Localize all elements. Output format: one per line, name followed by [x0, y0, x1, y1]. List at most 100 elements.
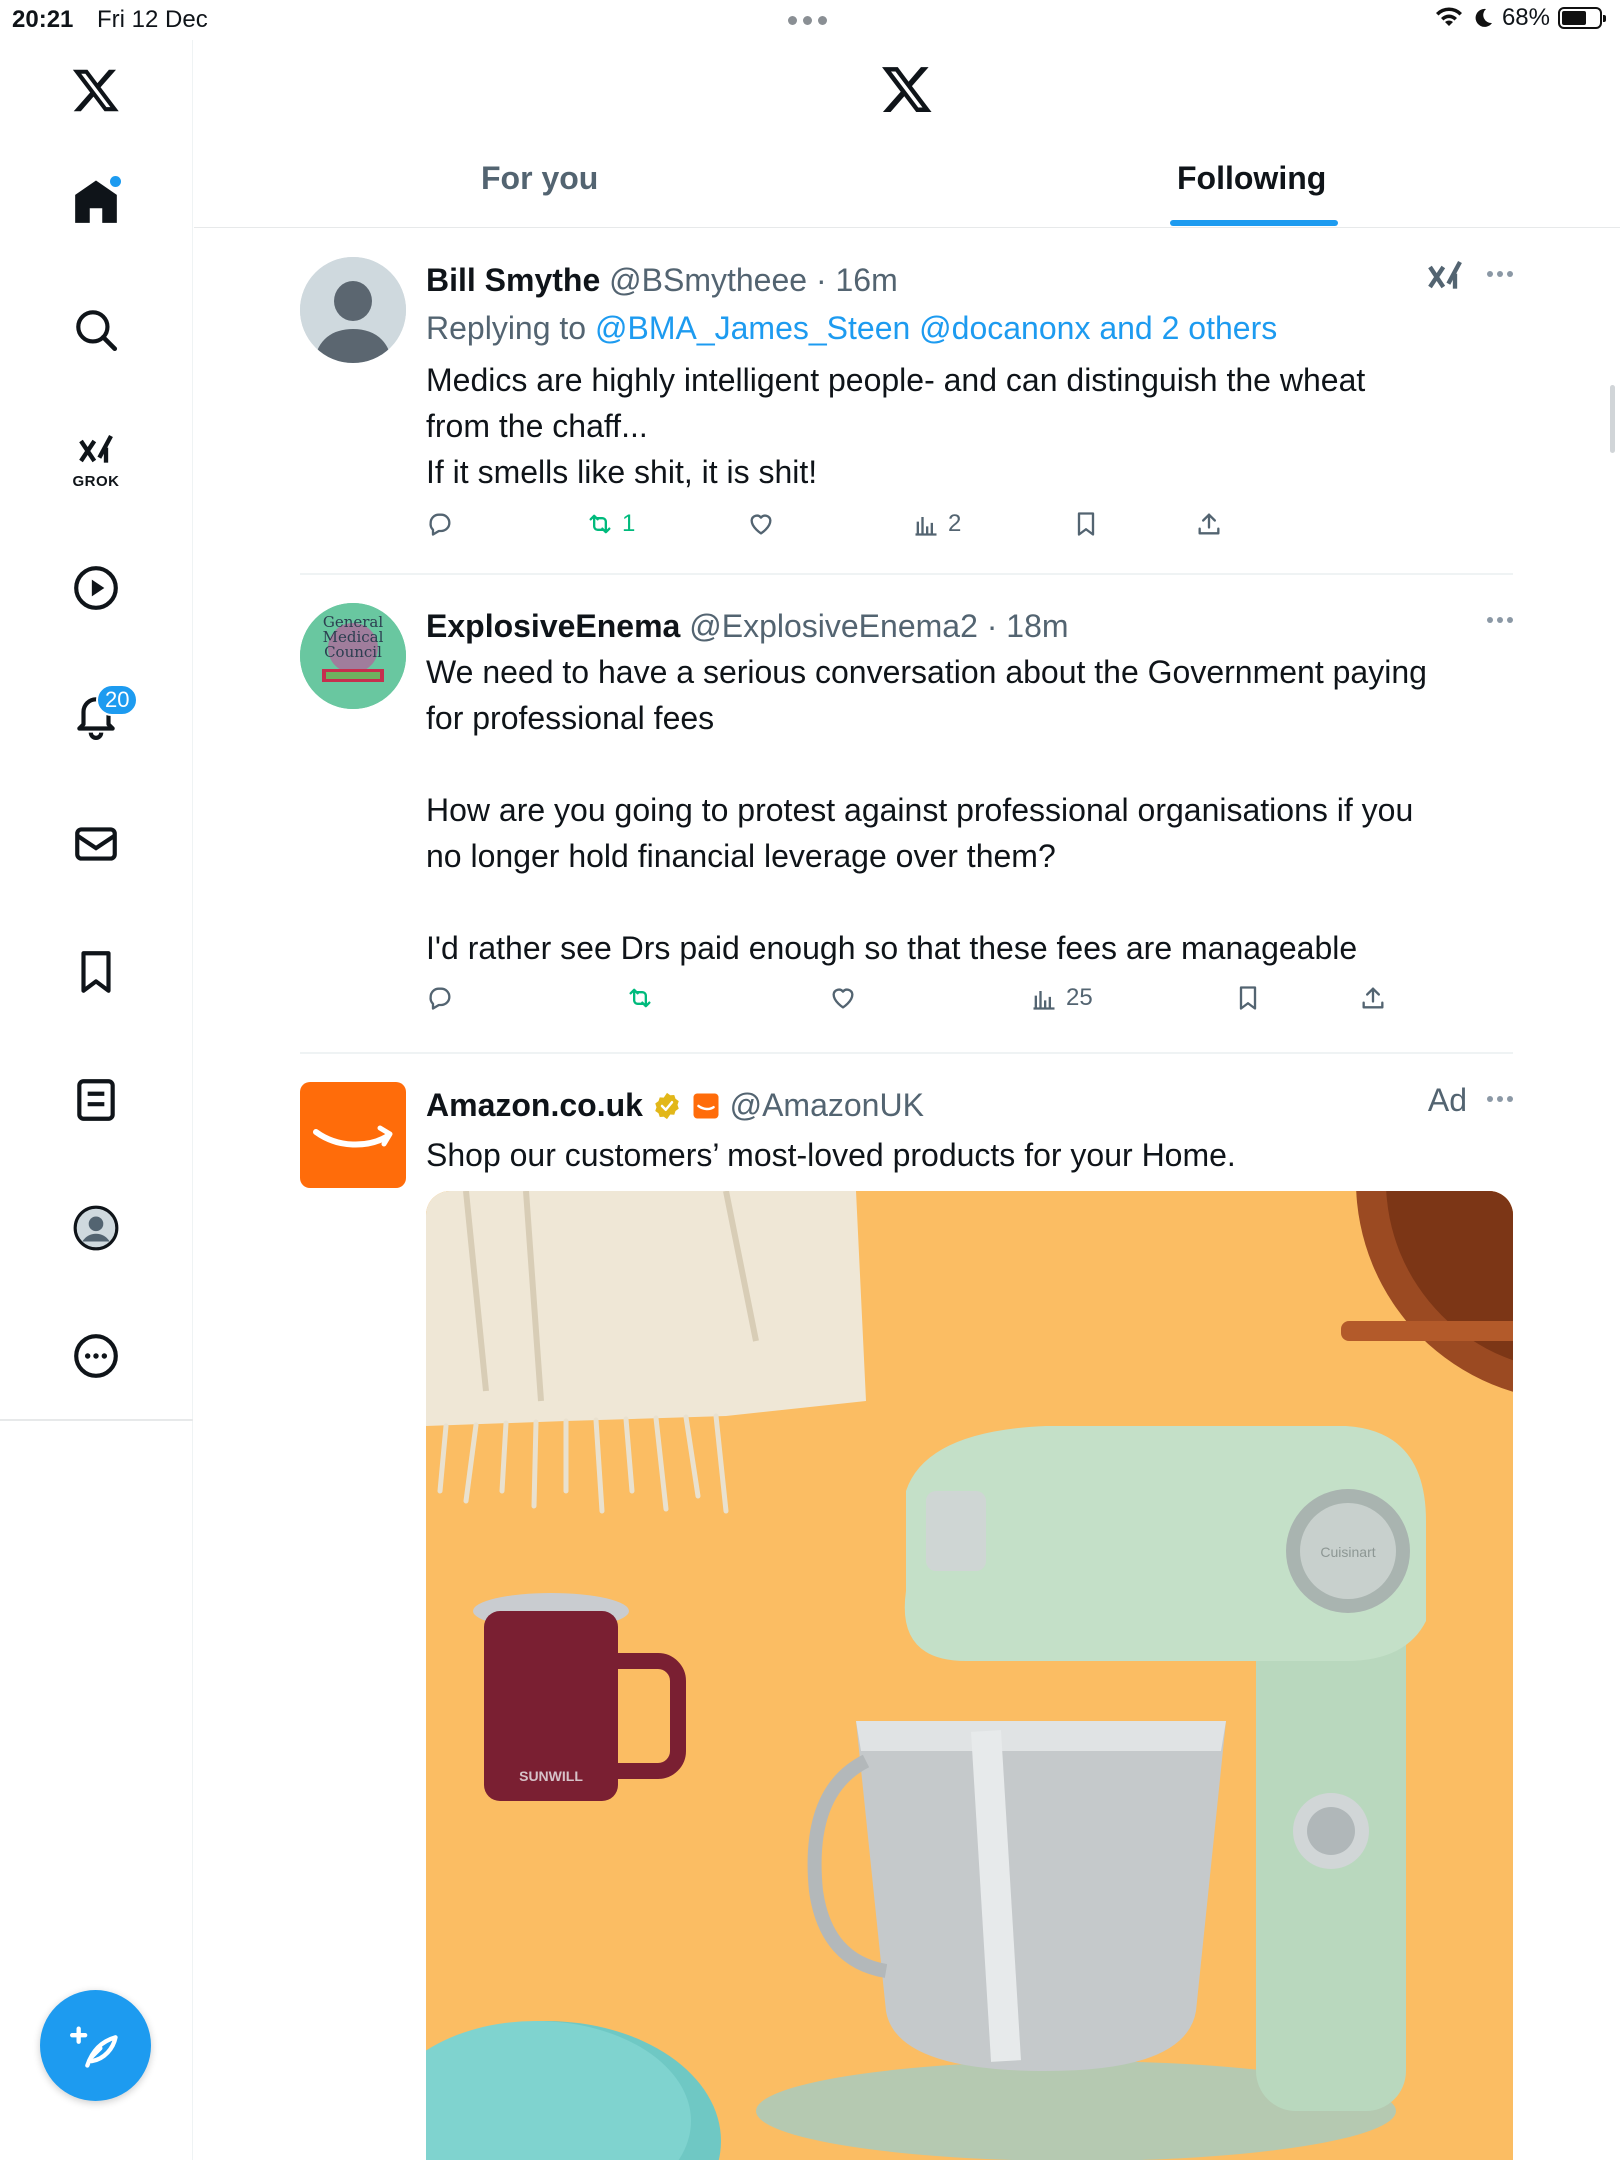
bookmark-button[interactable]: [1072, 510, 1100, 538]
amazon-smile-icon: [313, 1125, 393, 1148]
amazon-avatar[interactable]: [300, 1082, 406, 1188]
search-icon: [76, 310, 118, 352]
share-icon: [1198, 513, 1220, 535]
compose-post-button[interactable]: [40, 1990, 151, 2101]
default-avatar-icon: [300, 257, 406, 363]
grok-label: GROK: [72, 472, 120, 490]
like-button[interactable]: [829, 984, 857, 1012]
sidebar-item-messages[interactable]: [56, 804, 136, 884]
sidebar-item-more[interactable]: [56, 1316, 136, 1396]
battery-fill: [1562, 11, 1587, 25]
battery-icon: [1558, 7, 1606, 29]
wifi-icon: [1435, 7, 1462, 26]
retweet-button[interactable]: [626, 984, 654, 1012]
scrollbar[interactable]: [1610, 385, 1615, 453]
sidebar-item-home[interactable]: [56, 162, 136, 242]
avatar[interactable]: General Medical Council: [300, 603, 406, 709]
tweet-header: Bill Smythe @BSmytheee · 16m: [426, 257, 1513, 303]
reply-icon: [429, 987, 451, 1010]
replying-to-users[interactable]: @BMA_James_Steen @docanonx and 2 others: [595, 310, 1277, 346]
battery-percent: 68%: [1501, 4, 1550, 31]
more-options-icon[interactable]: [1487, 1096, 1513, 1102]
tweet-time[interactable]: · 16m: [816, 262, 898, 298]
sidebar-item-search[interactable]: [56, 290, 136, 370]
sidebar-item-grok[interactable]: GROK: [56, 420, 136, 500]
tweet-text-line: I'd rather see Drs paid enough so that t…: [426, 930, 1358, 966]
retweet-icon: [589, 514, 611, 534]
moon-icon: [1475, 8, 1492, 27]
mug-brand-text: SUNWILL: [519, 1768, 583, 1784]
avatar[interactable]: [300, 257, 406, 363]
author-handle[interactable]: @ExplosiveEnema2: [689, 608, 978, 644]
tweet-text-line: for professional fees: [426, 700, 715, 736]
author-name[interactable]: Bill Smythe: [426, 262, 600, 298]
notifications-badge: 20: [96, 684, 139, 716]
retweet-icon: [629, 988, 651, 1008]
tweet-text: We need to have a serious conversation a…: [426, 649, 1513, 971]
tweet-text-line: If it smells like shit, it is shit!: [426, 454, 818, 490]
author-handle[interactable]: @BSmytheee: [609, 262, 807, 298]
ad-image[interactable]: SUNWILL Cuisinart: [426, 1191, 1513, 2160]
avatar-text: General Medical Council: [322, 613, 384, 661]
list-icon: [77, 1079, 115, 1121]
status-right: 68%: [1434, 4, 1606, 32]
author-name[interactable]: ExplosiveEnema: [426, 608, 680, 644]
tweet-text-line: Shop our customers’ most-loved products …: [426, 1137, 1236, 1173]
tweet-actions: 1 2: [426, 510, 1513, 550]
grok-icon: [79, 434, 113, 463]
like-button[interactable]: [747, 510, 775, 538]
retweet-count: 1: [622, 510, 636, 537]
x-logo-button[interactable]: [56, 50, 136, 130]
retweet-button[interactable]: 1: [586, 510, 635, 538]
bookmark-button[interactable]: [1234, 984, 1262, 1012]
share-button[interactable]: [1359, 984, 1387, 1012]
tweet-header: Amazon.co.uk @AmazonUK: [426, 1082, 1513, 1128]
tweet[interactable]: Bill Smythe @BSmytheee · 16m Replying to…: [300, 257, 1513, 557]
affiliate-badge-icon: [693, 1093, 719, 1119]
analytics-icon: [915, 517, 937, 536]
tweet-text-line: We need to have a serious conversation a…: [426, 654, 1427, 690]
tweet-text-line: [426, 741, 1513, 787]
bookmark-icon: [81, 951, 111, 993]
tweet[interactable]: General Medical Council ExplosiveEnema @…: [300, 603, 1513, 1043]
views-button[interactable]: 25: [1030, 984, 1093, 1012]
tweet-text: Medics are highly intelligent people- an…: [426, 357, 1513, 495]
tab-following[interactable]: Following: [1177, 160, 1326, 228]
sidebar-item-bookmarks[interactable]: [56, 932, 136, 1012]
more-icon: [74, 1334, 118, 1378]
reply-button[interactable]: [426, 510, 454, 538]
sidebar-item-profile[interactable]: [56, 1188, 136, 1268]
tweet-divider: [300, 573, 1513, 575]
bookmark-icon: [1239, 986, 1257, 1010]
more-options-icon[interactable]: [1487, 271, 1513, 277]
multitasking-dots[interactable]: [788, 16, 827, 25]
views-button[interactable]: 2: [912, 510, 961, 538]
grok-icon[interactable]: [1425, 257, 1465, 297]
replying-to-prefix: Replying to: [426, 310, 587, 346]
x-logo-icon: [882, 67, 932, 112]
author-handle[interactable]: @AmazonUK: [730, 1087, 924, 1123]
video-icon: [74, 566, 118, 610]
verified-badge-icon: [655, 1092, 679, 1120]
reply-icon: [429, 513, 451, 536]
tweet-text: Shop our customers’ most-loved products …: [426, 1132, 1513, 1178]
active-tab-indicator: [1170, 220, 1338, 226]
tweet-time[interactable]: · 18m: [987, 608, 1069, 644]
more-options-icon[interactable]: [1487, 617, 1513, 623]
tweet-text-line: How are you going to protest against pro…: [426, 792, 1414, 828]
home-unread-dot: [110, 176, 121, 187]
tab-for-you[interactable]: For you: [481, 160, 598, 228]
share-button[interactable]: [1195, 510, 1223, 538]
heart-icon: [832, 988, 854, 1009]
share-icon: [1362, 987, 1384, 1009]
sidebar-item-video[interactable]: [56, 548, 136, 628]
reply-button[interactable]: [426, 984, 454, 1012]
status-date: Fri 12 Dec: [97, 6, 208, 33]
author-name[interactable]: Amazon.co.uk: [426, 1087, 643, 1123]
tweet-text-line: no longer hold financial leverage over t…: [426, 838, 1056, 874]
tweet-header: ExplosiveEnema @ExplosiveEnema2 · 18m: [426, 603, 1513, 649]
views-count: 25: [1066, 984, 1093, 1011]
tweet-divider: [300, 1052, 1513, 1054]
sidebar-item-notifications[interactable]: 20: [56, 676, 139, 756]
sidebar-item-lists[interactable]: [56, 1060, 136, 1140]
